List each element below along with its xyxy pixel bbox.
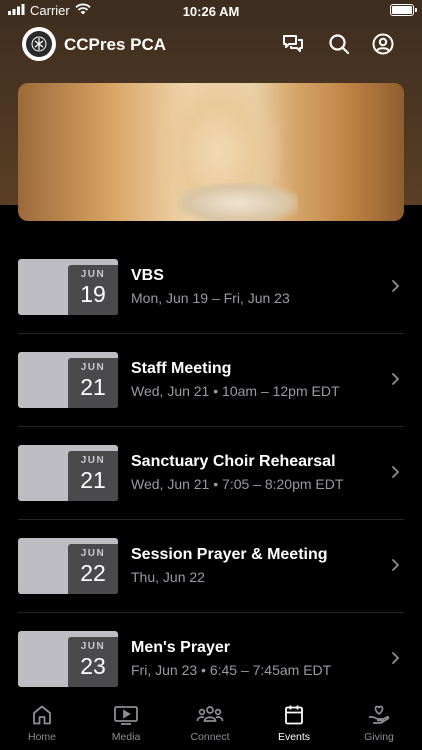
event-row[interactable]: JUN 22 Session Prayer & Meeting Thu, Jun…: [18, 520, 404, 613]
event-title: Sanctuary Choir Rehearsal: [131, 453, 336, 470]
status-bar: Carrier 10:26 AM: [0, 0, 422, 22]
tab-label: Giving: [364, 731, 394, 743]
event-date-time: Mon, Jun 19 – Fri, Jun 23: [131, 290, 290, 306]
connect-icon: [196, 706, 224, 722]
date-month: JUN: [80, 455, 106, 466]
date-month: JUN: [80, 362, 106, 373]
chevron-right-icon: [392, 466, 400, 478]
hero-banner-image[interactable]: [18, 83, 404, 221]
event-date-time: Fri, Jun 23 • 6:45 – 7:45am EDT: [131, 662, 332, 678]
tab-home[interactable]: Home: [0, 703, 84, 743]
tab-label: Home: [27, 731, 56, 743]
search-icon[interactable]: [327, 32, 351, 56]
chevron-right-icon: [392, 559, 400, 571]
chevron-right-icon: [392, 280, 400, 292]
tab-media[interactable]: Media: [84, 703, 168, 743]
event-title: Staff Meeting: [131, 360, 232, 377]
date-day: 19: [80, 281, 106, 307]
battery-icon: [390, 4, 417, 16]
app-header: CCPres PCA: [0, 24, 422, 64]
tab-events[interactable]: Events: [252, 703, 336, 743]
event-row[interactable]: JUN 23 Men's Prayer Fri, Jun 23 • 6:45 –…: [18, 613, 404, 706]
date-day: 23: [80, 653, 106, 679]
date-day: 22: [80, 560, 106, 586]
tab-label: Events: [277, 731, 311, 743]
giving-icon: [369, 705, 390, 724]
event-date-time: Wed, Jun 21 • 10am – 12pm EDT: [131, 383, 340, 399]
event-title: VBS: [131, 267, 164, 284]
app-title: CCPres PCA: [64, 35, 167, 54]
home-icon: [33, 705, 51, 725]
tab-connect[interactable]: Connect: [168, 703, 252, 743]
tab-bar: Home Media Connect Events Giving: [0, 697, 422, 750]
calendar-icon: [285, 705, 303, 725]
church-logo[interactable]: [22, 27, 56, 61]
date-month: JUN: [80, 548, 106, 559]
date-month: JUN: [80, 269, 106, 280]
messages-icon[interactable]: [281, 32, 305, 56]
event-date-time: Thu, Jun 22: [131, 569, 205, 585]
date-badge: JUN 21: [68, 451, 118, 501]
date-badge: JUN 19: [68, 265, 118, 315]
media-icon: [114, 706, 138, 725]
event-row[interactable]: JUN 19 VBS Mon, Jun 19 – Fri, Jun 23: [18, 241, 404, 334]
chevron-right-icon: [392, 373, 400, 385]
status-time: 10:26 AM: [182, 4, 240, 19]
date-badge: JUN 23: [68, 637, 118, 687]
tab-label: Connect: [190, 731, 230, 743]
date-month: JUN: [80, 641, 106, 652]
date-badge: JUN 21: [68, 358, 118, 408]
tab-label: Media: [111, 731, 141, 743]
event-title: Men's Prayer: [131, 639, 230, 656]
tab-giving[interactable]: Giving: [337, 703, 421, 743]
event-row[interactable]: JUN 21 Sanctuary Choir Rehearsal Wed, Ju…: [18, 427, 404, 520]
event-title: Session Prayer & Meeting: [131, 546, 328, 563]
profile-icon[interactable]: [371, 32, 395, 56]
date-day: 21: [80, 374, 106, 400]
date-day: 21: [80, 467, 106, 493]
event-date-time: Wed, Jun 21 • 7:05 – 8:20pm EDT: [131, 476, 344, 492]
chevron-right-icon: [392, 652, 400, 664]
date-badge: JUN 22: [68, 544, 118, 594]
event-row[interactable]: JUN 21 Staff Meeting Wed, Jun 21 • 10am …: [18, 334, 404, 427]
